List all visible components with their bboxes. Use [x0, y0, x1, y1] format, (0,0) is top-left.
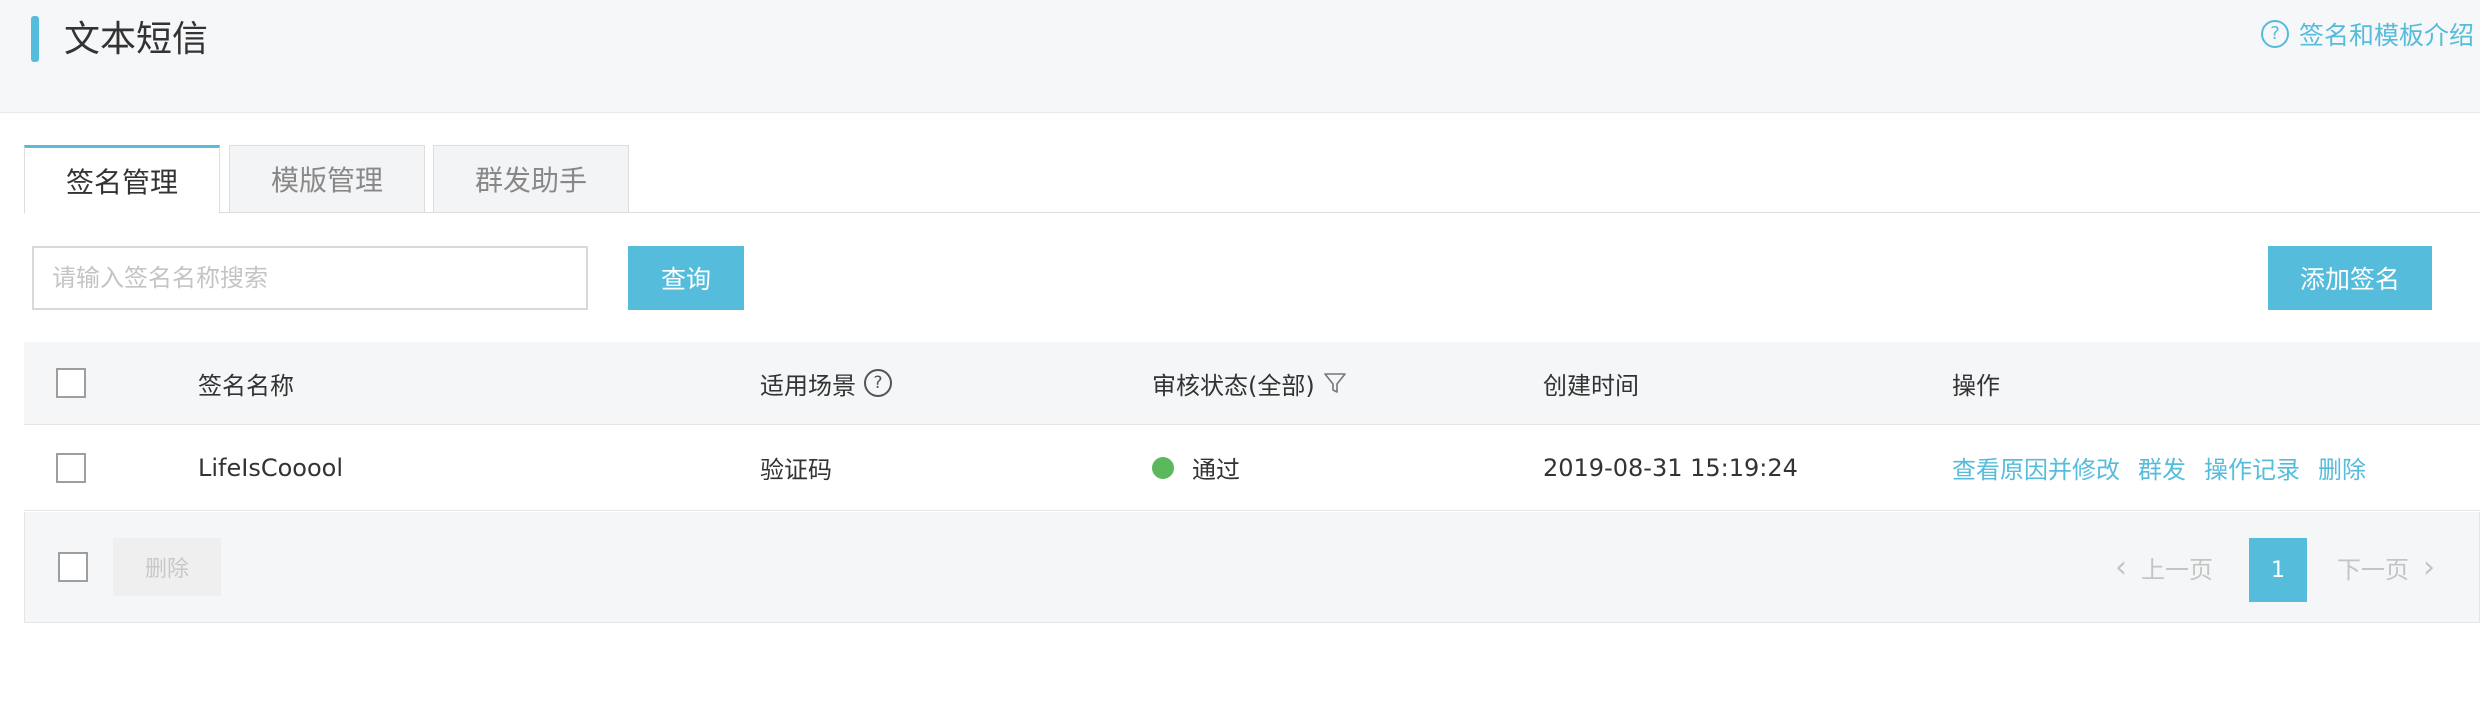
signature-created-time: 2019-08-31 15:19:24 [1543, 453, 1798, 482]
footer-select-all-checkbox[interactable] [58, 552, 88, 582]
chevron-right-icon: › [2423, 549, 2435, 585]
status-dot-icon [1152, 456, 1174, 479]
delete-link[interactable]: 删除 [2318, 450, 2366, 485]
query-button[interactable]: 查询 [628, 246, 744, 310]
column-header-scene: 适用场景 ? [760, 342, 892, 424]
view-reason-modify-link[interactable]: 查看原因并修改 [1952, 450, 2120, 485]
column-header-name: 签名名称 [198, 371, 294, 400]
signature-name: LifeIsCooool [198, 453, 343, 482]
row-operations: 查看原因并修改 群发 操作记录 删除 [1952, 425, 2384, 510]
tab-label: 群发助手 [474, 164, 587, 197]
signature-search-input[interactable] [32, 246, 588, 310]
next-page-label: 下一页 [2337, 555, 2409, 584]
column-header-status-label: 审核状态(全部) [1152, 371, 1315, 400]
tab-label: 模版管理 [270, 164, 383, 197]
column-header-created: 创建时间 [1543, 371, 1639, 400]
tab-signature-management[interactable]: 签名管理 [24, 145, 220, 214]
page-header: 文本短信 ? 签名和模板介绍 [0, 0, 2480, 113]
tab-label: 签名管理 [65, 165, 178, 199]
filter-icon[interactable] [1323, 371, 1347, 395]
chevron-left-icon: ‹ [2115, 549, 2127, 585]
page-number-current[interactable]: 1 [2249, 538, 2307, 602]
title-accent-bar [31, 16, 39, 62]
column-header-scene-label: 适用场景 [760, 371, 856, 400]
select-all-checkbox[interactable] [56, 368, 86, 398]
table-header: 签名名称 适用场景 ? 审核状态(全部) 创建时间 操作 [24, 342, 2480, 425]
add-signature-button[interactable]: 添加签名 [2268, 246, 2432, 310]
operation-log-link[interactable]: 操作记录 [2204, 450, 2300, 485]
page: 文本短信 ? 签名和模板介绍 签名管理 模版管理 群发助手 查询 添加签名 签名… [0, 0, 2480, 718]
tab-bar: 签名管理 模版管理 群发助手 [24, 145, 2480, 214]
next-page-button[interactable]: 下一页 › [2337, 538, 2435, 596]
signature-status: 通过 [1152, 425, 1240, 510]
question-circle-icon: ? [2260, 20, 2289, 48]
status-label: 通过 [1192, 456, 1240, 484]
prev-page-button[interactable]: ‹ 上一页 [2115, 538, 2213, 596]
bulk-send-link[interactable]: 群发 [2138, 450, 2186, 485]
tab-template-management[interactable]: 模版管理 [229, 145, 425, 213]
row-checkbox-cell [56, 425, 86, 510]
column-header-ops: 操作 [1952, 371, 2000, 400]
header-checkbox-cell [56, 342, 86, 424]
column-header-status: 审核状态(全部) [1152, 342, 1347, 424]
signature-template-intro-link[interactable]: ? 签名和模板介绍 [2260, 16, 2474, 52]
tab-bulk-send-assistant[interactable]: 群发助手 [433, 145, 629, 213]
page-title: 文本短信 [64, 19, 209, 60]
intro-link-label: 签名和模板介绍 [2298, 21, 2474, 50]
question-circle-icon[interactable]: ? [864, 369, 892, 397]
row-checkbox[interactable] [56, 452, 86, 483]
prev-page-label: 上一页 [2141, 555, 2213, 584]
table-row: LifeIsCooool 验证码 通过 2019-08-31 15:19:24 … [24, 425, 2480, 511]
batch-delete-button[interactable]: 删除 [113, 538, 221, 596]
signature-scene: 验证码 [760, 456, 832, 484]
table-footer: 删除 ‹ 上一页 1 下一页 › [24, 512, 2480, 623]
